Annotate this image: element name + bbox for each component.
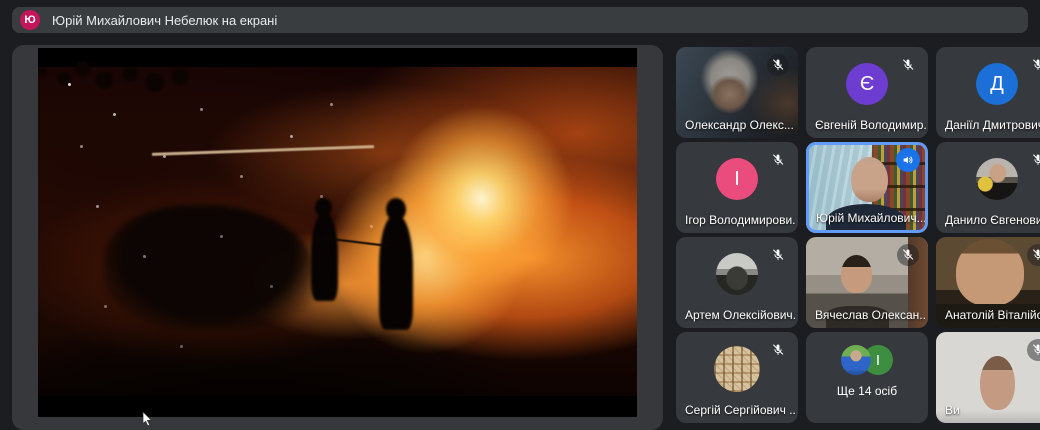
participant-name: Ви	[945, 403, 1040, 417]
overflow-tile-more-people[interactable]: І Ще 14 осіб	[806, 332, 928, 423]
participant-face	[851, 157, 888, 203]
participant-name: Ігор Володимирови...	[685, 213, 796, 227]
mic-off-icon	[1027, 149, 1040, 171]
participant-face	[956, 239, 1024, 306]
participant-name: Вячеслав Олексан...	[815, 308, 926, 322]
person-silhouette	[379, 215, 413, 330]
mic-off-icon	[897, 244, 919, 266]
participant-tile-viacheslav[interactable]: Вячеслав Олексан...	[806, 237, 928, 328]
participant-tile-yurii-speaking[interactable]: Юрій Михайлович...	[806, 142, 928, 233]
letter-avatar: Є	[846, 63, 888, 105]
fire-footage	[38, 67, 637, 396]
presenting-banner: Ю Юрій Михайлович Небелюк на екрані	[12, 7, 1028, 33]
presenter-avatar: Ю	[20, 10, 40, 30]
participant-tile-anatolii[interactable]: Анатолій Віталійо...	[936, 237, 1040, 328]
mic-off-icon	[897, 54, 919, 76]
letter-avatar: І	[716, 158, 758, 200]
participant-tile-danylo[interactable]: Данило Євгенович ...	[936, 142, 1040, 233]
crowd-silhouette	[104, 205, 314, 330]
participant-name: Анатолій Віталійо...	[945, 308, 1040, 322]
letter-avatar: Д	[976, 63, 1018, 105]
shared-screen-video	[38, 48, 637, 417]
mic-off-icon	[767, 244, 789, 266]
participant-name: Євгеній Володимир...	[815, 118, 926, 132]
mouse-cursor-icon	[142, 411, 153, 427]
photo-avatar	[841, 345, 871, 375]
photo-avatar	[976, 158, 1018, 200]
participant-face	[841, 255, 872, 293]
participant-name: Олександр Олекс...	[685, 118, 796, 132]
person-silhouette	[311, 212, 339, 301]
meet-window: Ю Юрій Михайлович Небелюк на екрані Олек…	[0, 0, 1040, 430]
mic-off-icon	[767, 149, 789, 171]
mic-off-icon	[767, 54, 789, 76]
self-view-tile[interactable]: Ви	[936, 332, 1040, 423]
fire-sparks	[68, 83, 71, 86]
more-people-label: Ще 14 осіб	[806, 384, 928, 398]
participant-tile-yevhenii[interactable]: Є Євгеній Володимир...	[806, 47, 928, 138]
overflow-avatars: І	[841, 345, 893, 375]
participant-name: Юрій Михайлович...	[816, 211, 926, 225]
participant-tile-daniil[interactable]: Д Даніїл Дмитрович Г...	[936, 47, 1040, 138]
barricade-beam	[152, 145, 374, 156]
audio-speaking-icon	[896, 148, 920, 172]
participant-tile-serhii[interactable]: Сергій Сергійович ...	[676, 332, 798, 423]
participant-tile-artem[interactable]: Артем Олексійович...	[676, 237, 798, 328]
crowd-heads-silhouette	[38, 67, 47, 76]
participant-name: Даніїл Дмитрович Г...	[945, 118, 1040, 132]
mic-off-icon	[1027, 54, 1040, 76]
participant-name: Данило Євгенович ...	[945, 213, 1040, 227]
screenshare-tile[interactable]	[12, 45, 663, 430]
participant-tile-ihor[interactable]: І Ігор Володимирови...	[676, 142, 798, 233]
participant-name: Артем Олексійович...	[685, 308, 796, 322]
presenting-banner-text: Юрій Михайлович Небелюк на екрані	[52, 13, 277, 28]
mic-off-icon	[767, 339, 789, 361]
participant-tile-oleksandr[interactable]: Олександр Олекс...	[676, 47, 798, 138]
participant-name: Сергій Сергійович ...	[685, 403, 796, 417]
photo-avatar	[714, 346, 760, 392]
photo-avatar	[716, 253, 758, 295]
